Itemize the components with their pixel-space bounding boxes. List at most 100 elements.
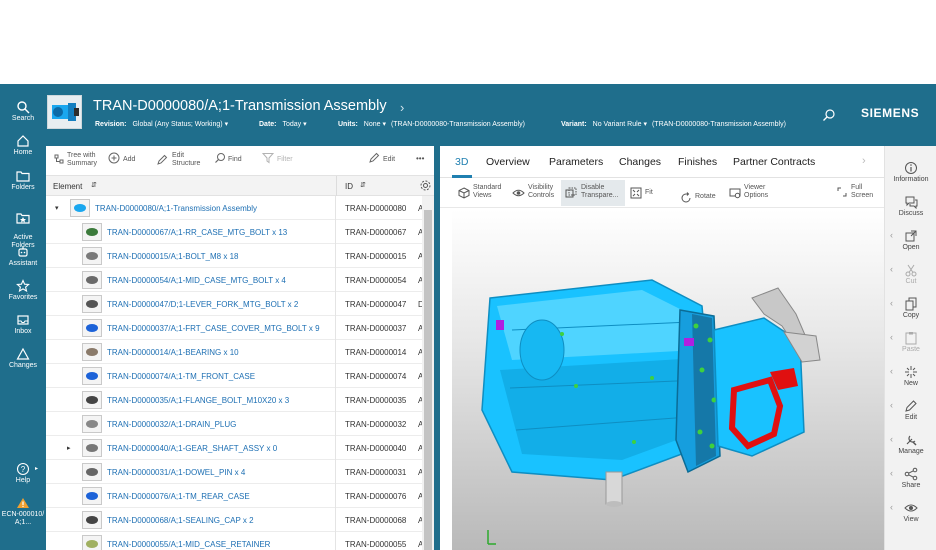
sort-icon[interactable]: ⇵ — [91, 181, 97, 189]
standard-views-button[interactable]: Standard Views — [458, 184, 501, 200]
sort-icon[interactable]: ⇵ — [360, 181, 366, 189]
element-cell[interactable]: TRAN-D0000035/A;1-FLANGE_BOLT_M10X20 x 3 — [46, 388, 336, 412]
tab-overview[interactable]: Overview — [486, 156, 530, 168]
rail-copy-button[interactable]: Copy ‹ — [885, 297, 936, 320]
element-cell[interactable]: TRAN-D0000015/A;1-BOLT_M8 x 18 — [46, 244, 336, 268]
table-row[interactable]: TRAN-D0000047/D;1-LEVER_FORK_MTG_BOLT x … — [46, 292, 422, 316]
table-row[interactable]: ▸ TRAN-D0000040/A;1-GEAR_SHAFT_ASSY x 0 TR… — [46, 436, 422, 460]
element-name-link[interactable]: TRAN-D0000055/A;1-MID_CASE_RETAINER — [107, 540, 270, 549]
element-cell[interactable]: TRAN-D0000055/A;1-MID_CASE_RETAINER — [46, 532, 336, 550]
nav-ecn[interactable]: ECN-000010/A;1... — [0, 496, 46, 527]
vertical-scrollbar[interactable] — [422, 196, 434, 550]
element-name-link[interactable]: TRAN-D0000054/A;1-MID_CASE_MTG_BOLT x 4 — [107, 276, 286, 285]
tab-changes[interactable]: Changes — [619, 156, 661, 168]
table-row[interactable]: TRAN-D0000055/A;1-MID_CASE_RETAINER TRAN-… — [46, 532, 422, 550]
element-cell[interactable]: TRAN-D0000074/A;1-TM_FRONT_CASE — [46, 364, 336, 388]
element-name-link[interactable]: TRAN-D0000040/A;1-GEAR_SHAFT_ASSY x 0 — [107, 444, 277, 453]
scrollbar-thumb[interactable] — [424, 210, 432, 550]
element-name-link[interactable]: TRAN-D0000035/A;1-FLANGE_BOLT_M10X20 x 3 — [107, 396, 289, 405]
element-name-link[interactable]: TRAN-D0000047/D;1-LEVER_FORK_MTG_BOLT x … — [107, 300, 298, 309]
visibility-controls-button[interactable]: Visibility Controls — [512, 184, 554, 200]
element-name-link[interactable]: TRAN-D0000067/A;1-RR_CASE_MTG_BOLT x 13 — [107, 228, 287, 237]
element-name-link[interactable]: TRAN-D0000014/A;1-BEARING x 10 — [107, 348, 239, 357]
element-name-link[interactable]: TRAN-D0000037/A;1-FRT_CASE_COVER_MTG_BOL… — [107, 324, 320, 333]
nav-changes[interactable]: Changes — [0, 347, 46, 370]
table-row[interactable]: TRAN-D0000031/A;1-DOWEL_PIN x 4 TRAN-D000… — [46, 460, 422, 484]
rail-open-button[interactable]: Open ‹ — [885, 229, 936, 252]
nav-home[interactable]: Home — [0, 134, 46, 157]
table-row[interactable]: TRAN-D0000054/A;1-MID_CASE_MTG_BOLT x 4 T… — [46, 268, 422, 292]
nav-folders[interactable]: Folders — [0, 169, 46, 192]
edit-button[interactable]: Edit — [368, 152, 395, 164]
search-button[interactable] — [822, 108, 836, 122]
nav-active-folders[interactable]: Active Folders — [0, 203, 46, 250]
filter-button[interactable]: Filter — [262, 152, 293, 164]
nav-search[interactable]: Search — [0, 100, 46, 123]
nav-favorites[interactable]: Favorites — [0, 279, 46, 302]
element-cell[interactable]: ▸ TRAN-D0000040/A;1-GEAR_SHAFT_ASSY x 0 — [46, 436, 336, 460]
element-name-link[interactable]: TRAN-D0000080/A;1-Transmission Assembly — [95, 204, 257, 213]
variant-rule[interactable]: Variant: No Variant Rule ▾ (TRAN-D000008… — [561, 120, 786, 128]
table-row[interactable]: TRAN-D0000076/A;1-TM_REAR_CASE TRAN-D0000… — [46, 484, 422, 508]
element-name-link[interactable]: TRAN-D0000076/A;1-TM_REAR_CASE — [107, 492, 250, 501]
disable-transparency-button[interactable]: Disable Transpare... — [561, 180, 625, 206]
nav-help[interactable]: ? Help ▸ — [0, 462, 46, 485]
column-divider[interactable] — [336, 176, 337, 196]
rail-share-button[interactable]: Share ‹ — [885, 467, 936, 490]
full-screen-button[interactable]: Full Screen — [837, 184, 873, 200]
tree-with-summary-button[interactable]: Tree with Summary — [54, 152, 97, 168]
element-cell[interactable]: TRAN-D0000032/A;1-DRAIN_PLUG — [46, 412, 336, 436]
element-name-link[interactable]: TRAN-D0000074/A;1-TM_FRONT_CASE — [107, 372, 255, 381]
3d-canvas[interactable] — [452, 210, 884, 550]
tab-finishes[interactable]: Finishes — [678, 156, 717, 168]
table-row[interactable]: TRAN-D0000032/A;1-DRAIN_PLUG TRAN-D000003… — [46, 412, 422, 436]
element-name-link[interactable]: TRAN-D0000031/A;1-DOWEL_PIN x 4 — [107, 468, 245, 477]
element-cell[interactable]: TRAN-D0000068/A;1-SEALING_CAP x 2 — [46, 508, 336, 532]
table-row[interactable]: TRAN-D0000068/A;1-SEALING_CAP x 2 TRAN-D0… — [46, 508, 422, 532]
fit-button[interactable]: Fit — [630, 184, 653, 199]
tab-parameters[interactable]: Parameters — [549, 156, 603, 168]
table-row[interactable]: TRAN-D0000067/A;1-RR_CASE_MTG_BOLT x 13 T… — [46, 220, 422, 244]
nav-inbox[interactable]: Inbox — [0, 313, 46, 336]
element-name-link[interactable]: TRAN-D0000068/A;1-SEALING_CAP x 2 — [107, 516, 254, 525]
element-cell[interactable]: TRAN-D0000076/A;1-TM_REAR_CASE — [46, 484, 336, 508]
revision-rule[interactable]: Revision: Global (Any Status; Working) ▾ — [95, 120, 228, 128]
rail-edit-button[interactable]: Edit ‹ — [885, 399, 936, 422]
table-row[interactable]: TRAN-D0000074/A;1-TM_FRONT_CASE TRAN-D000… — [46, 364, 422, 388]
column-header-id[interactable]: ID — [345, 182, 353, 191]
rail-manage-button[interactable]: Manage ‹ — [885, 433, 936, 456]
add-button[interactable]: Add — [108, 152, 135, 164]
rail-information-button[interactable]: Information — [885, 161, 936, 184]
element-cell[interactable]: TRAN-D0000067/A;1-RR_CASE_MTG_BOLT x 13 — [46, 220, 336, 244]
edit-structure-button[interactable]: Edit Structure — [156, 152, 200, 168]
tab-partner-contracts[interactable]: Partner Contracts — [733, 156, 815, 168]
units-rule[interactable]: Units: None ▾ (TRAN-D0000080-Transmissio… — [338, 120, 525, 128]
rail-discuss-button[interactable]: Discuss — [885, 195, 936, 218]
column-header-element[interactable]: Element — [53, 182, 82, 191]
expand-toggle-icon[interactable]: ▾ — [55, 204, 59, 212]
element-cell[interactable]: TRAN-D0000031/A;1-DOWEL_PIN x 4 — [46, 460, 336, 484]
chevron-right-icon[interactable]: › — [400, 100, 404, 115]
nav-assistant[interactable]: Assistant — [0, 245, 46, 268]
rail-new-button[interactable]: New ‹ — [885, 365, 936, 388]
date-rule[interactable]: Date: Today ▾ — [259, 120, 307, 128]
element-cell[interactable]: TRAN-D0000014/A;1-BEARING x 10 — [46, 340, 336, 364]
tabs-scroll-right-icon[interactable]: › — [862, 155, 866, 167]
tab-3d[interactable]: 3D — [455, 156, 468, 168]
assembly-thumbnail[interactable] — [47, 95, 82, 129]
element-cell[interactable]: TRAN-D0000054/A;1-MID_CASE_MTG_BOLT x 4 — [46, 268, 336, 292]
table-row[interactable]: TRAN-D0000014/A;1-BEARING x 10 TRAN-D0000… — [46, 340, 422, 364]
rotate-button[interactable]: Rotate — [680, 184, 716, 203]
find-button[interactable]: Find — [214, 152, 242, 164]
table-row[interactable]: TRAN-D0000015/A;1-BOLT_M8 x 18 TRAN-D0000… — [46, 244, 422, 268]
element-cell[interactable]: ▾ TRAN-D0000080/A;1-Transmission Assembly — [46, 196, 336, 220]
element-cell[interactable]: TRAN-D0000047/D;1-LEVER_FORK_MTG_BOLT x … — [46, 292, 336, 316]
table-row[interactable]: TRAN-D0000037/A;1-FRT_CASE_COVER_MTG_BOL… — [46, 316, 422, 340]
settings-gear-icon[interactable] — [419, 179, 432, 192]
element-name-link[interactable]: TRAN-D0000015/A;1-BOLT_M8 x 18 — [107, 252, 238, 261]
expand-toggle-icon[interactable]: ▸ — [67, 444, 71, 452]
element-cell[interactable]: TRAN-D0000037/A;1-FRT_CASE_COVER_MTG_BOL… — [46, 316, 336, 340]
table-row[interactable]: TRAN-D0000035/A;1-FLANGE_BOLT_M10X20 x 3… — [46, 388, 422, 412]
element-name-link[interactable]: TRAN-D0000032/A;1-DRAIN_PLUG — [107, 420, 236, 429]
rail-view-button[interactable]: View ‹ — [885, 501, 936, 524]
